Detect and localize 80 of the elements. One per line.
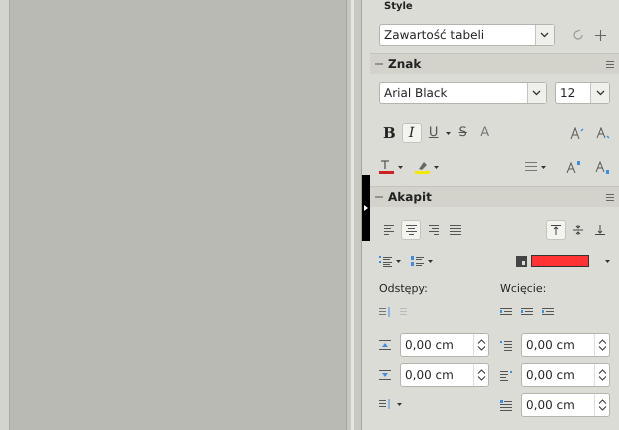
dropdown-button[interactable] bbox=[534, 25, 554, 45]
sidebar-collapse-handle[interactable] bbox=[362, 175, 370, 241]
chevron-down-icon bbox=[598, 346, 606, 351]
spin-field[interactable]: 0,00 cm bbox=[521, 363, 610, 387]
align-bottom-icon bbox=[595, 225, 605, 235]
menu-icon[interactable] bbox=[606, 194, 614, 200]
dropdown-button[interactable] bbox=[590, 83, 609, 103]
font-size-dropdown[interactable]: 12 bbox=[554, 82, 610, 104]
caret-icon[interactable] bbox=[397, 402, 402, 406]
increase-indent-icon[interactable] bbox=[500, 307, 512, 317]
chevron-down-icon bbox=[596, 90, 604, 96]
caret-icon[interactable] bbox=[428, 260, 433, 262]
chevron-down-icon bbox=[476, 376, 486, 381]
section-title: Akapit bbox=[388, 189, 433, 206]
hanging-indent-icon[interactable] bbox=[542, 307, 554, 317]
style-dropdown[interactable]: Zawartość tabeli bbox=[379, 24, 555, 46]
caret-icon[interactable] bbox=[396, 260, 401, 262]
align-justify-icon bbox=[450, 225, 460, 235]
spin-buttons[interactable] bbox=[594, 364, 609, 386]
highlighter-icon[interactable] bbox=[415, 160, 430, 174]
chevron-down-icon bbox=[598, 406, 606, 411]
dropdown-button[interactable] bbox=[526, 83, 546, 103]
chevron-up-icon bbox=[598, 339, 606, 344]
spacing-label: Odstępy: bbox=[379, 281, 429, 297]
decrease-indent-icon[interactable] bbox=[521, 307, 533, 317]
underline-button[interactable]: U bbox=[424, 123, 444, 143]
character-spacing-icon[interactable] bbox=[525, 161, 537, 173]
numbered-list-icon[interactable] bbox=[411, 256, 424, 266]
decrease-size-icon bbox=[596, 127, 610, 139]
indent-before-icon bbox=[500, 340, 512, 350]
indent-first-icon bbox=[500, 400, 512, 410]
align-center-button[interactable] bbox=[401, 220, 421, 240]
spin-buttons[interactable] bbox=[473, 334, 488, 356]
background-color-swatch[interactable] bbox=[531, 255, 589, 267]
chevron-up-icon bbox=[598, 399, 606, 404]
increase-size-icon bbox=[570, 127, 584, 139]
spin-field[interactable]: 0,00 cm bbox=[400, 363, 489, 387]
fill-icon bbox=[516, 256, 527, 266]
font-name-dropdown[interactable]: Arial Black bbox=[379, 82, 547, 104]
bullet-list-icon[interactable] bbox=[379, 256, 392, 266]
line-spacing-icon[interactable] bbox=[379, 399, 391, 409]
align-right-icon bbox=[428, 225, 438, 235]
chevron-down-icon bbox=[598, 376, 606, 381]
caret-icon[interactable] bbox=[398, 166, 403, 168]
spin-buttons[interactable] bbox=[473, 364, 488, 386]
superscript-icon[interactable] bbox=[566, 161, 581, 173]
chevron-down-icon bbox=[476, 346, 486, 351]
chevron-up-icon bbox=[598, 369, 606, 374]
align-middle-icon bbox=[573, 225, 583, 235]
subscript-icon[interactable] bbox=[595, 160, 610, 174]
italic-button[interactable]: I bbox=[402, 123, 422, 143]
spacing-below-icon bbox=[379, 370, 391, 380]
menu-icon[interactable] bbox=[606, 60, 614, 68]
chevron-up-icon bbox=[476, 339, 486, 344]
indent-label: Wcięcie: bbox=[500, 281, 548, 297]
chevron-down-icon bbox=[540, 32, 550, 38]
spin-buttons[interactable] bbox=[594, 394, 609, 416]
align-left-icon bbox=[384, 225, 394, 235]
align-center-icon bbox=[406, 225, 416, 235]
indent-after-icon bbox=[500, 370, 512, 380]
bold-button[interactable]: B bbox=[379, 123, 400, 143]
chevron-down-icon bbox=[532, 90, 542, 96]
strikethrough-button[interactable]: S bbox=[452, 123, 473, 143]
caret-icon[interactable] bbox=[446, 132, 451, 134]
caret-icon[interactable] bbox=[541, 166, 546, 168]
font-color-icon[interactable] bbox=[379, 160, 394, 174]
align-top-icon bbox=[551, 225, 561, 235]
spacing-above-icon bbox=[379, 340, 391, 350]
spin-buttons[interactable] bbox=[594, 334, 609, 356]
vertical-align-top-button[interactable] bbox=[546, 220, 566, 240]
spin-field[interactable]: 0,00 cm bbox=[521, 393, 610, 417]
spin-field[interactable]: 0,00 cm bbox=[521, 333, 610, 357]
section-title: Znak bbox=[388, 56, 422, 73]
spin-field[interactable]: 0,00 cm bbox=[400, 333, 489, 357]
caret-icon[interactable] bbox=[605, 260, 610, 262]
triangle-icon bbox=[364, 205, 368, 211]
increase-spacing-icon[interactable] bbox=[379, 307, 391, 317]
caret-icon[interactable] bbox=[434, 166, 439, 168]
section-title: Style bbox=[384, 1, 413, 12]
chevron-up-icon bbox=[476, 369, 486, 374]
